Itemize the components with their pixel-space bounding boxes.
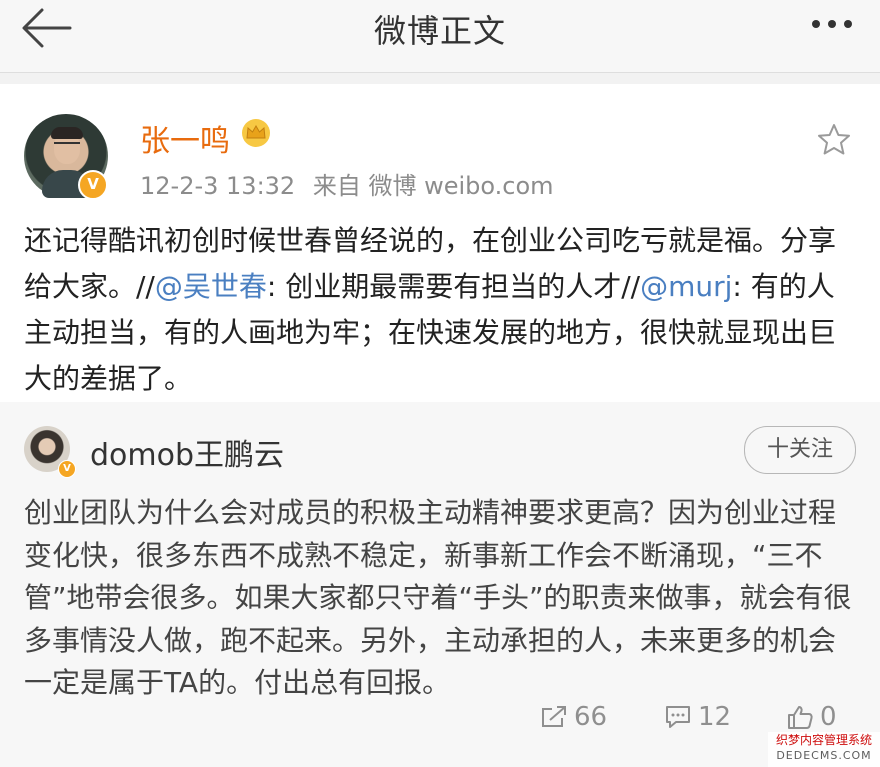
repost-button[interactable]: 66 — [540, 702, 607, 750]
repost-count: 66 — [574, 702, 608, 732]
action-bar: 66 12 0 — [0, 702, 880, 750]
comment-count: 12 — [698, 702, 732, 732]
thumbs-up-icon — [788, 706, 813, 729]
like-count: 0 — [820, 702, 837, 732]
post-timestamp: 12-2-3 13:32 — [140, 172, 296, 200]
author-name[interactable]: 张一鸣 — [140, 116, 230, 160]
crown-icon — [240, 118, 272, 148]
reposted-weibo[interactable]: domob王鹏云 十关注 创业团队为什么会对成员的积极主动精神要求更高？因为创业… — [0, 402, 880, 767]
repost-icon — [542, 706, 566, 727]
post-source: 来自 微博 weibo.com — [312, 172, 554, 200]
comment-icon — [666, 706, 690, 728]
top-navigation-bar: 微博正文 — [0, 0, 880, 73]
watermark-line: 织梦内容管理系统 — [775, 733, 872, 747]
post-text-part: : 创业期最需要有担当的人才// — [266, 270, 641, 303]
comment-button[interactable]: 12 — [664, 702, 731, 750]
weibo-post-card: V 张一鸣 12-2-3 13:32 来自 微博 weibo.com 还记得酷讯… — [0, 84, 880, 767]
repost-text: 创业团队为什么会对成员的积极主动精神要求更高？因为创业过程变化快，很多东西不成熟… — [24, 496, 852, 699]
more-dots-icon[interactable] — [808, 8, 860, 38]
mention-link[interactable]: @吴世春 — [155, 270, 267, 303]
post-meta: 12-2-3 13:32 来自 微博 weibo.com — [140, 166, 554, 201]
site-watermark: 织梦内容管理系统 DEDECMS.COM — [768, 732, 880, 767]
post-text: 还记得酷讯初创时候世春曾经说的，在创业公司吃亏就是福。分享给大家。//@吴世春:… — [24, 218, 854, 402]
follow-button[interactable]: 十关注 — [744, 426, 856, 474]
page-title: 微博正文 — [373, 12, 506, 50]
verified-v-icon: V — [58, 460, 76, 478]
repost-author-name[interactable]: domob王鹏云 — [90, 430, 284, 474]
star-outline-icon[interactable] — [816, 122, 852, 158]
verified-v-icon: V — [78, 170, 108, 200]
mention-link[interactable]: @murj — [640, 270, 732, 303]
watermark-line: DEDECMS.COM — [776, 749, 872, 762]
